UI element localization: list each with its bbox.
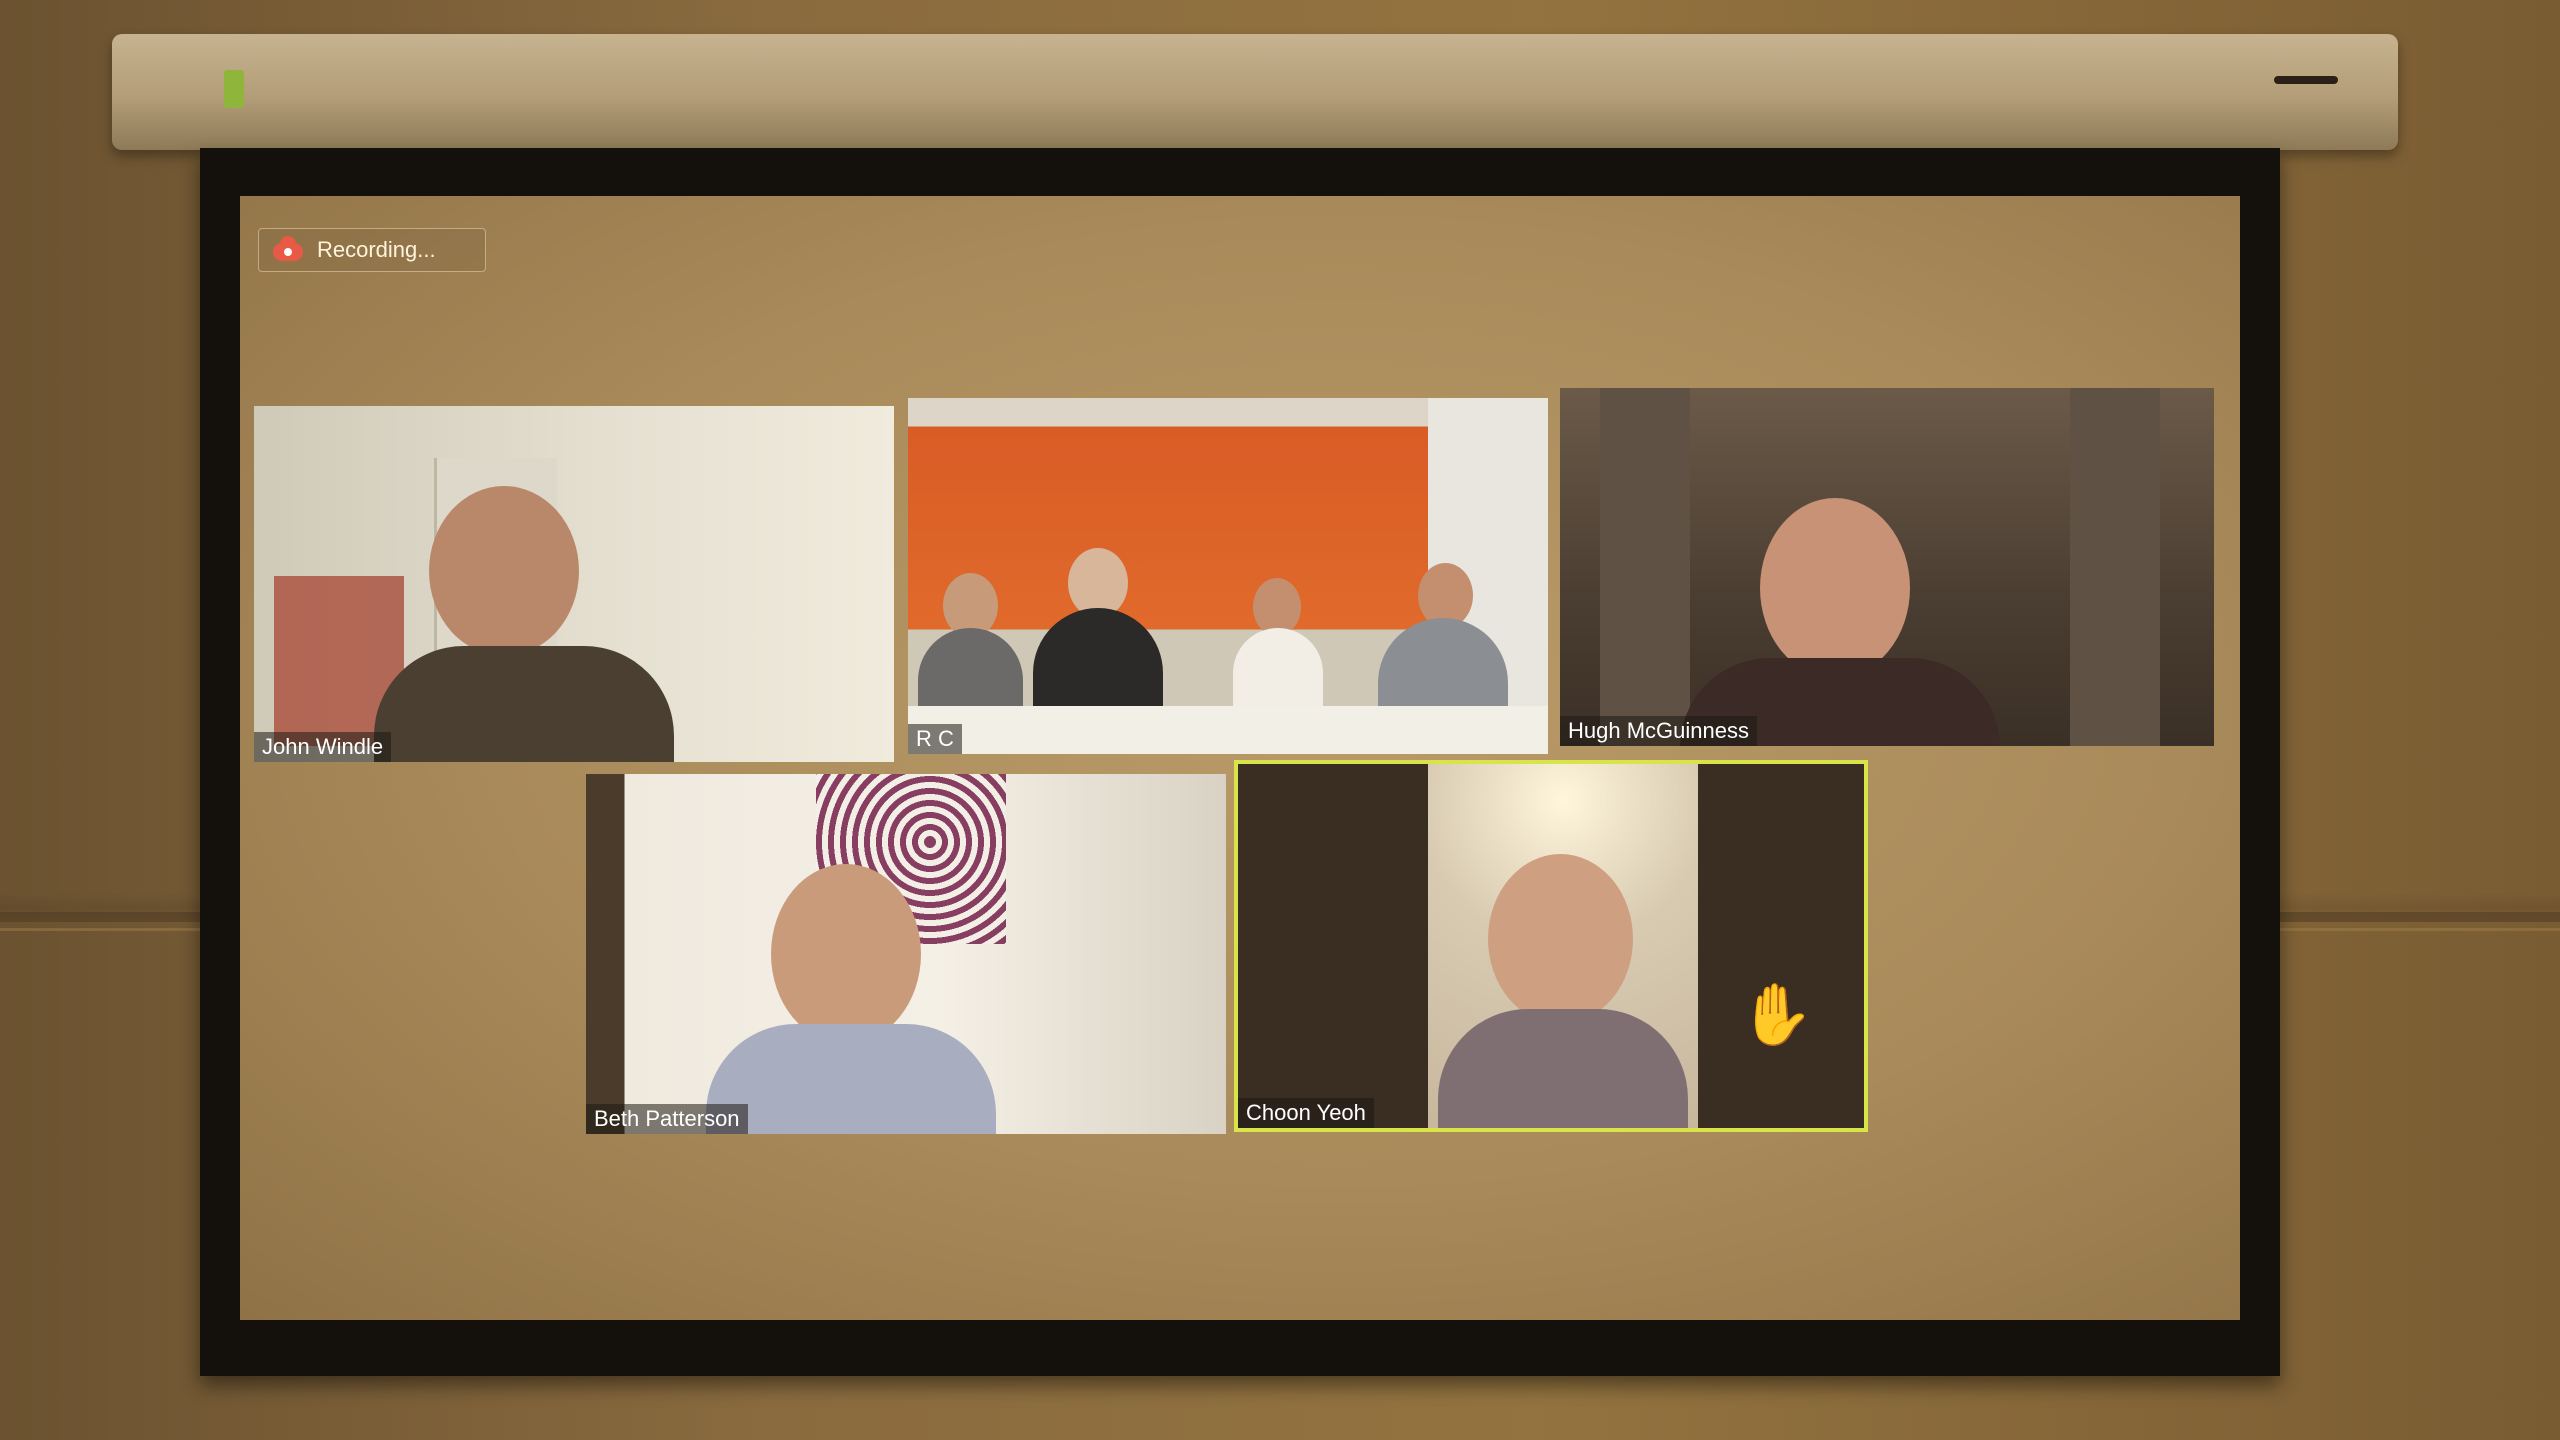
participant-head (771, 864, 921, 1044)
housing-slot (2274, 76, 2338, 84)
video-tile-beth-patterson[interactable]: Beth Patterson (586, 774, 1226, 1134)
participant-body (706, 1024, 996, 1134)
participant-name-label: Choon Yeoh (1238, 1098, 1374, 1128)
projected-meeting-screen: Recording... John Windle R C Hugh McGuin… (240, 196, 2240, 1320)
participant-body (918, 628, 1023, 718)
participant-body (1233, 628, 1323, 718)
recording-indicator[interactable]: Recording... (258, 228, 486, 272)
video-tile-r-c[interactable]: R C (908, 398, 1548, 754)
participant-name-label: Beth Patterson (586, 1104, 748, 1134)
stone-pillar (2070, 388, 2160, 746)
participant-body (374, 646, 674, 762)
raised-hand-icon: ✋ (1739, 981, 1814, 1048)
participant-head (1760, 498, 1910, 678)
housing-led (224, 70, 244, 108)
stone-pillar (1600, 388, 1690, 746)
video-tile-choon-yeoh[interactable]: ✋ Choon Yeoh (1234, 760, 1868, 1132)
recording-label: Recording... (317, 237, 436, 262)
participant-body (1033, 608, 1163, 718)
participant-name-label: John Windle (254, 732, 392, 762)
participant-head (1488, 854, 1633, 1024)
desk (908, 706, 1548, 754)
participant-body (1438, 1009, 1688, 1128)
participant-name-label: Hugh McGuinness (1560, 716, 1757, 746)
video-tile-john-windle[interactable]: John Windle (254, 406, 894, 762)
participant-head (429, 486, 579, 656)
cloud-record-icon (273, 236, 303, 261)
participant-name-label: R C (908, 724, 962, 754)
projector-screen-housing (112, 34, 2398, 150)
video-tile-hugh-mcguinness[interactable]: Hugh McGuinness (1560, 388, 2214, 746)
